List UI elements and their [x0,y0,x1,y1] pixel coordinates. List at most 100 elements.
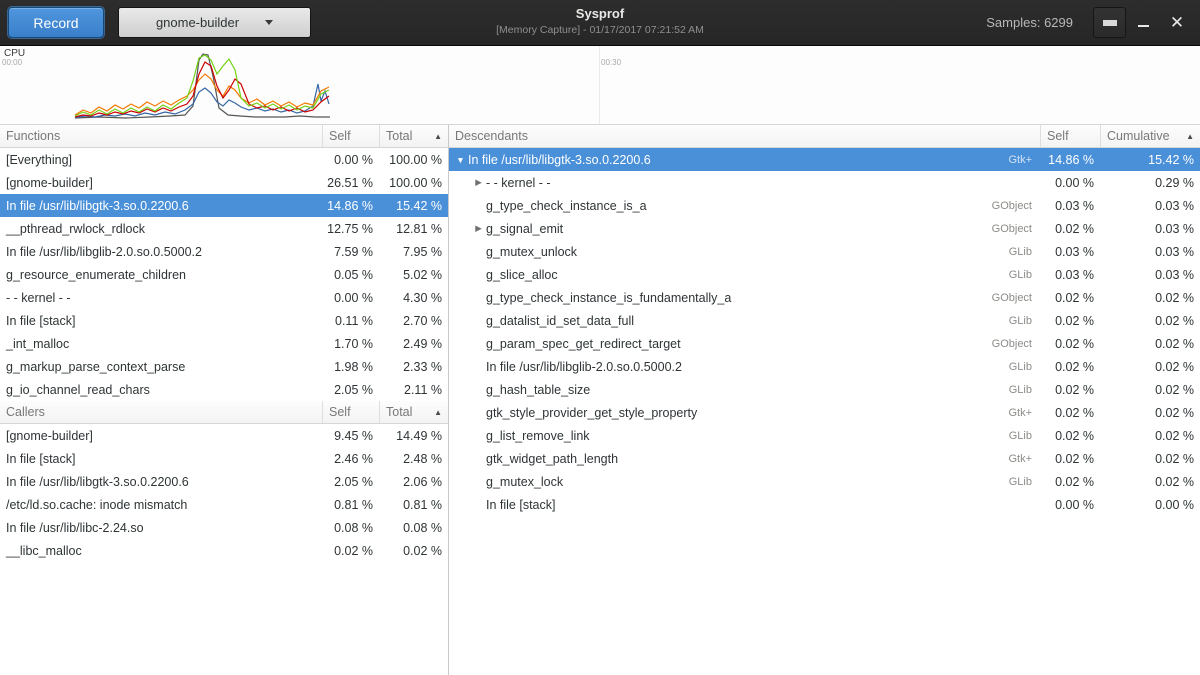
table-row[interactable]: In file /usr/lib/libgtk-3.so.0.2200.62.0… [0,470,448,493]
table-row[interactable]: [gnome-builder]9.45 %14.49 % [0,424,448,447]
cell-self-percent: 0.02 % [1040,314,1100,328]
column-header-functions[interactable]: Functions [0,125,322,147]
table-row[interactable]: In file /usr/lib/libglib-2.0.so.0.5000.2… [0,240,448,263]
tree-row[interactable]: g_param_spec_get_redirect_targetGObject0… [449,332,1200,355]
expander-icon[interactable]: ▼ [453,155,468,165]
table-row[interactable]: - - kernel - -0.00 %4.30 % [0,286,448,309]
column-header-callers[interactable]: Callers [0,401,322,423]
column-header-self[interactable]: Self [1040,125,1100,147]
column-header-cumulative[interactable]: Cumulative ▲ [1100,125,1200,147]
cell-self-percent: 0.02 % [1040,452,1100,466]
tree-row[interactable]: g_mutex_lockGLib0.02 %0.02 % [449,470,1200,493]
minimize-button[interactable] [1126,6,1160,40]
table-row[interactable]: g_markup_parse_context_parse1.98 %2.33 % [0,355,448,378]
tree-name-cell: In file /usr/lib/libglib-2.0.so.0.5000.2… [449,360,1040,374]
record-button[interactable]: Record [8,7,104,38]
cell-self-percent: 0.00 % [322,153,379,167]
cell-total-percent: 2.11 % [379,383,448,397]
app-selector-dropdown[interactable]: gnome-builder [118,7,311,38]
cell-self-percent: 1.98 % [322,360,379,374]
tree-name-cell: g_type_check_instance_is_aGObject [449,199,1040,213]
table-row[interactable]: In file [stack]0.11 %2.70 % [0,309,448,332]
tree-row[interactable]: g_hash_table_sizeGLib0.02 %0.02 % [449,378,1200,401]
cell-cumulative-percent: 0.02 % [1100,406,1200,420]
cell-total-percent: 2.33 % [379,360,448,374]
cell-cumulative-percent: 0.02 % [1100,314,1200,328]
column-header-self[interactable]: Self [322,401,379,423]
cell-self-percent: 0.02 % [322,544,379,558]
cell-total-percent: 2.70 % [379,314,448,328]
time-tick-start: 00:00 [2,58,22,67]
cell-function-name: g_type_check_instance_is_fundamentally_a [486,291,992,305]
capture-subtitle: [Memory Capture] - 01/17/2017 07:21:52 A… [496,24,704,36]
cell-function-name: g_io_channel_read_chars [0,383,322,397]
cell-total-percent: 4.30 % [379,291,448,305]
cell-self-percent: 26.51 % [322,176,379,190]
tree-name-cell: g_slice_allocGLib [449,268,1040,282]
menu-button[interactable] [1093,7,1126,38]
tree-row[interactable]: In file /usr/lib/libglib-2.0.so.0.5000.2… [449,355,1200,378]
close-button[interactable]: ✕ [1160,6,1194,40]
cpu-line-orange [75,74,329,115]
table-row[interactable]: g_io_channel_read_chars2.05 %2.11 % [0,378,448,401]
table-row[interactable]: [Everything]0.00 %100.00 % [0,148,448,171]
tree-row[interactable]: g_type_check_instance_is_aGObject0.03 %0… [449,194,1200,217]
tree-row[interactable]: ▼In file /usr/lib/libgtk-3.so.0.2200.6Gt… [449,148,1200,171]
cell-function-name: _int_malloc [0,337,322,351]
tree-row[interactable]: g_list_remove_linkGLib0.02 %0.02 % [449,424,1200,447]
table-row[interactable]: In file /usr/lib/libgtk-3.so.0.2200.614.… [0,194,448,217]
cpu-graph-area[interactable]: CPU 00:00 00:30 [0,46,1200,125]
callers-table-body: [gnome-builder]9.45 %14.49 %In file [sta… [0,424,448,562]
tree-row[interactable]: In file [stack]0.00 %0.00 % [449,493,1200,516]
column-header-total[interactable]: Total ▲ [379,401,448,423]
expander-icon[interactable]: ▶ [471,223,486,234]
tree-name-cell: g_param_spec_get_redirect_targetGObject [449,337,1040,351]
cell-library-tag: GLib [1009,246,1040,258]
cell-function-name: In file /usr/lib/libc-2.24.so [0,521,322,535]
cell-cumulative-percent: 0.02 % [1100,452,1200,466]
column-header-self[interactable]: Self [322,125,379,147]
column-header-total[interactable]: Total ▲ [379,125,448,147]
cell-function-name: g_slice_alloc [486,268,1009,282]
tree-row[interactable]: g_slice_allocGLib0.03 %0.03 % [449,263,1200,286]
cell-function-name: In file /usr/lib/libglib-2.0.so.0.5000.2 [0,245,322,259]
cell-total-percent: 15.42 % [379,199,448,213]
cell-total-percent: 0.08 % [379,521,448,535]
table-row[interactable]: In file [stack]2.46 %2.48 % [0,447,448,470]
cell-function-name: In file /usr/lib/libglib-2.0.so.0.5000.2 [486,360,1009,374]
column-header-descendants[interactable]: Descendants [449,125,1040,147]
table-row[interactable]: [gnome-builder]26.51 %100.00 % [0,171,448,194]
table-row[interactable]: g_resource_enumerate_children0.05 %5.02 … [0,263,448,286]
cell-cumulative-percent: 0.29 % [1100,176,1200,190]
cell-function-name: g_param_spec_get_redirect_target [486,337,992,351]
cell-library-tag: GObject [992,292,1040,304]
header-bar: Record gnome-builder Sysprof [Memory Cap… [0,0,1200,46]
table-row[interactable]: __pthread_rwlock_rdlock12.75 %12.81 % [0,217,448,240]
tree-row[interactable]: ▶- - kernel - -0.00 %0.29 % [449,171,1200,194]
tree-row[interactable]: gtk_widget_path_lengthGtk+0.02 %0.02 % [449,447,1200,470]
table-row[interactable]: __libc_malloc0.02 %0.02 % [0,539,448,562]
cell-self-percent: 14.86 % [322,199,379,213]
cell-self-percent: 0.02 % [1040,222,1100,236]
tree-row[interactable]: g_type_check_instance_is_fundamentally_a… [449,286,1200,309]
tree-row[interactable]: gtk_style_provider_get_style_propertyGtk… [449,401,1200,424]
cell-function-name: g_resource_enumerate_children [0,268,322,282]
expander-icon[interactable]: ▶ [471,177,486,188]
cell-self-percent: 0.02 % [1040,429,1100,443]
cell-cumulative-percent: 0.03 % [1100,222,1200,236]
cell-cumulative-percent: 0.02 % [1100,383,1200,397]
cell-self-percent: 0.00 % [322,291,379,305]
tree-row[interactable]: g_datalist_id_set_data_fullGLib0.02 %0.0… [449,309,1200,332]
table-row[interactable]: /etc/ld.so.cache: inode mismatch0.81 %0.… [0,493,448,516]
tree-name-cell: g_list_remove_linkGLib [449,429,1040,443]
cell-library-tag: GLib [1009,430,1040,442]
cell-library-tag: GLib [1009,269,1040,281]
table-row[interactable]: In file /usr/lib/libc-2.24.so0.08 %0.08 … [0,516,448,539]
cell-total-percent: 14.49 % [379,429,448,443]
tree-name-cell: g_hash_table_sizeGLib [449,383,1040,397]
app-selector-value: gnome-builder [156,15,239,30]
tree-row[interactable]: ▶g_signal_emitGObject0.02 %0.03 % [449,217,1200,240]
cell-self-percent: 0.03 % [1040,245,1100,259]
table-row[interactable]: _int_malloc1.70 %2.49 % [0,332,448,355]
tree-row[interactable]: g_mutex_unlockGLib0.03 %0.03 % [449,240,1200,263]
